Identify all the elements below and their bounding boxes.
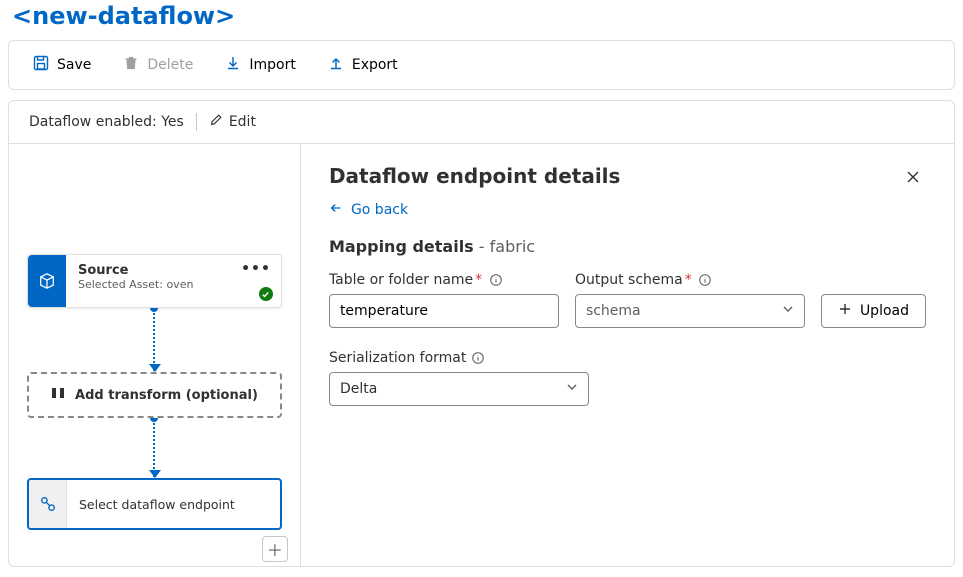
table-name-input[interactable] <box>329 294 559 328</box>
add-node-button[interactable]: ＋ <box>262 536 288 562</box>
check-icon <box>259 287 273 301</box>
graph-pane: Source Selected Asset: oven ••• <box>9 144 301 566</box>
go-back-link[interactable]: Go back <box>329 201 408 219</box>
connector <box>153 308 155 371</box>
chevron-down-icon <box>566 381 578 397</box>
source-subtitle: Selected Asset: oven <box>78 278 269 291</box>
upload-icon <box>328 55 344 75</box>
import-label: Import <box>249 57 295 73</box>
cube-icon <box>28 255 66 307</box>
divider <box>196 113 197 131</box>
add-transform-node[interactable]: Add transform (optional) <box>27 372 282 418</box>
toolbar: Save Delete Import Export <box>8 40 955 90</box>
endpoint-icon <box>29 480 67 528</box>
format-select[interactable]: Delta <box>329 372 589 406</box>
info-icon[interactable] <box>698 273 712 287</box>
trash-icon <box>123 55 139 75</box>
arrow-left-icon <box>329 201 343 219</box>
export-label: Export <box>352 57 398 73</box>
transform-icon <box>51 386 65 404</box>
schema-select[interactable]: schema <box>575 294 805 328</box>
connector <box>153 418 155 477</box>
schema-label: Output schema* <box>575 272 805 288</box>
import-button[interactable]: Import <box>209 47 311 83</box>
go-back-label: Go back <box>351 202 408 218</box>
destination-label: Select dataflow endpoint <box>79 497 235 512</box>
canvas: Dataflow enabled: Yes Edit <box>8 100 955 567</box>
panel-title: Dataflow endpoint details <box>329 164 621 188</box>
schema-placeholder: schema <box>586 303 641 319</box>
format-value: Delta <box>340 381 377 397</box>
save-button[interactable]: Save <box>17 47 107 83</box>
plus-icon: ＋ <box>267 537 283 561</box>
info-icon[interactable] <box>471 351 485 365</box>
transform-label: Add transform (optional) <box>75 388 258 403</box>
edit-button[interactable]: Edit <box>209 113 256 131</box>
page-title: <new-dataflow> <box>8 0 955 40</box>
delete-label: Delete <box>147 57 193 73</box>
delete-button: Delete <box>107 47 209 83</box>
canvas-header: Dataflow enabled: Yes Edit <box>9 101 954 144</box>
download-icon <box>225 55 241 75</box>
edit-label: Edit <box>229 114 256 130</box>
destination-node[interactable]: Select dataflow endpoint <box>27 478 282 530</box>
info-icon[interactable] <box>489 273 503 287</box>
detail-panel: Dataflow endpoint details Go back Mappin… <box>301 144 954 566</box>
export-button[interactable]: Export <box>312 47 414 83</box>
upload-button[interactable]: Upload <box>821 294 926 328</box>
more-icon[interactable]: ••• <box>241 261 271 277</box>
format-label: Serialization format <box>329 350 589 366</box>
dataflow-status: Dataflow enabled: Yes <box>29 114 184 130</box>
source-node[interactable]: Source Selected Asset: oven ••• <box>27 254 282 308</box>
plus-icon <box>838 302 852 320</box>
section-heading: Mapping details - fabric <box>329 237 926 256</box>
save-icon <box>33 55 49 75</box>
save-label: Save <box>57 57 91 73</box>
table-label: Table or folder name* <box>329 272 559 288</box>
pencil-icon <box>209 113 223 131</box>
upload-label: Upload <box>860 303 909 319</box>
chevron-down-icon <box>782 303 794 319</box>
close-icon[interactable] <box>900 164 926 193</box>
